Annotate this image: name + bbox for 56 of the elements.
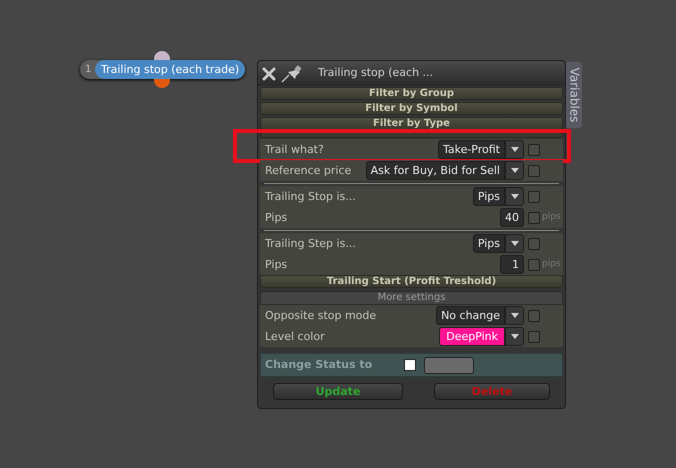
input-port-icon[interactable] bbox=[154, 51, 170, 60]
checkbox[interactable] bbox=[404, 359, 416, 371]
flow-node[interactable]: 1 Trailing stop (each trade) bbox=[80, 60, 246, 79]
dropdown-field[interactable]: No change bbox=[436, 306, 505, 325]
dropdown-button[interactable] bbox=[505, 234, 524, 253]
checkbox[interactable] bbox=[528, 258, 540, 270]
checkbox[interactable] bbox=[528, 190, 540, 202]
unit-label: pips bbox=[542, 258, 561, 269]
number-field[interactable]: 40 bbox=[500, 208, 524, 227]
status-field[interactable] bbox=[424, 356, 474, 374]
caret-icon bbox=[510, 313, 518, 318]
field-label: Trailing Stop is... bbox=[264, 190, 357, 204]
pushpin-icon[interactable] bbox=[280, 64, 302, 82]
dropdown-field[interactable]: Take-Profit bbox=[438, 140, 505, 159]
output-port-icon[interactable] bbox=[154, 79, 170, 88]
color-dropdown-field[interactable]: DeepPink bbox=[439, 327, 505, 346]
field-label: Trailing Step is... bbox=[264, 236, 357, 250]
update-button[interactable]: Update bbox=[273, 383, 403, 400]
checkbox[interactable] bbox=[528, 212, 540, 224]
checkbox[interactable] bbox=[528, 144, 540, 156]
section-header[interactable]: Filter by Type bbox=[260, 117, 563, 130]
field-label: Pips bbox=[264, 258, 288, 272]
variables-tab[interactable]: Variables bbox=[566, 62, 582, 128]
field-label: Reference price bbox=[264, 164, 352, 178]
section-header[interactable]: Trailing Start (Profit Treshold) bbox=[260, 275, 563, 288]
dropdown-button[interactable] bbox=[505, 187, 524, 206]
dropdown-field[interactable]: Pips bbox=[472, 234, 505, 253]
dropdown-button[interactable] bbox=[505, 327, 524, 346]
dropdown-button[interactable] bbox=[505, 306, 524, 325]
section-header[interactable]: Filter by Group bbox=[260, 87, 563, 100]
field-label: Trail what? bbox=[264, 142, 325, 156]
dropdown-button[interactable] bbox=[505, 140, 524, 159]
checkbox[interactable] bbox=[528, 310, 540, 322]
status-label: Change Status to bbox=[265, 356, 372, 373]
dropdown-button[interactable] bbox=[505, 161, 524, 180]
close-icon[interactable] bbox=[262, 66, 276, 80]
unit-label: pips bbox=[542, 212, 561, 222]
section-header: More settings bbox=[260, 291, 563, 305]
section-header[interactable]: Filter by Symbol bbox=[260, 102, 563, 115]
checkbox[interactable] bbox=[528, 164, 540, 176]
node-label: Trailing stop (each trade) bbox=[95, 60, 246, 79]
dropdown-field[interactable]: Pips bbox=[472, 187, 505, 206]
caret-icon bbox=[510, 241, 518, 246]
field-label: Opposite stop mode bbox=[264, 308, 378, 322]
window-title: Trailing stop (each ... bbox=[318, 65, 434, 82]
checkbox[interactable] bbox=[528, 330, 540, 342]
field-label: Level color bbox=[264, 330, 326, 344]
caret-icon bbox=[510, 147, 518, 152]
caret-icon bbox=[510, 194, 518, 199]
field-label: Pips bbox=[264, 210, 288, 224]
node-number: 1 bbox=[85, 63, 92, 77]
dropdown-field[interactable]: Ask for Buy, Bid for Sell bbox=[366, 161, 505, 180]
caret-icon bbox=[510, 168, 518, 173]
number-field[interactable]: 1 bbox=[500, 255, 524, 274]
caret-icon bbox=[510, 334, 518, 339]
checkbox[interactable] bbox=[528, 238, 540, 250]
